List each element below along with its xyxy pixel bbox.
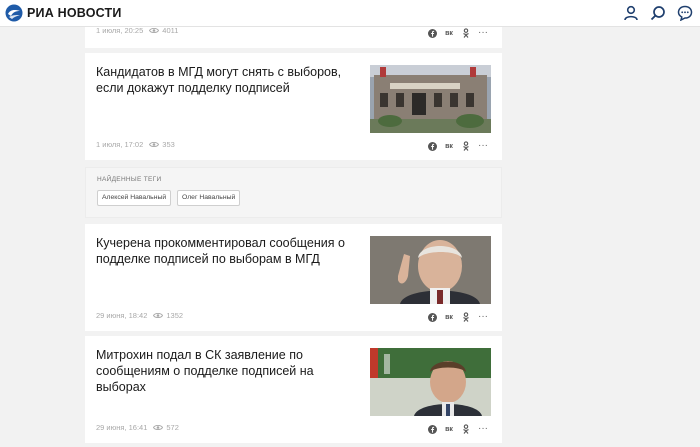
facebook-icon[interactable] xyxy=(427,141,437,151)
eye-icon xyxy=(149,142,160,147)
article-date: 29 июня, 16:41 xyxy=(96,423,148,432)
facebook-icon[interactable] xyxy=(427,424,437,434)
more-icon[interactable]: ··· xyxy=(477,28,489,38)
tags-block: НАЙДЕННЫЕ ТЕГИ Алексей Навальный Олег На… xyxy=(85,167,502,218)
eye-icon xyxy=(149,28,160,33)
vk-icon[interactable]: вк xyxy=(443,28,455,38)
article-image[interactable] xyxy=(370,65,491,133)
chat-icon[interactable] xyxy=(676,4,694,22)
article-image[interactable] xyxy=(370,236,491,304)
ria-logo-icon xyxy=(5,4,23,22)
eye-icon xyxy=(153,425,164,430)
logo-text: РИА НОВОСТИ xyxy=(27,6,122,20)
article-date: 1 июля, 20:25 xyxy=(96,26,144,35)
odnoklassniki-icon[interactable] xyxy=(461,141,471,151)
article-title[interactable]: Митрохин подал в СК заявление по сообщен… xyxy=(96,347,358,395)
search-icon[interactable] xyxy=(649,4,667,22)
share-bar: вк ··· xyxy=(427,28,489,38)
view-count: 353 xyxy=(162,140,175,149)
logo[interactable]: РИА НОВОСТИ xyxy=(5,4,122,22)
tag-aleksey-navalny[interactable]: Алексей Навальный xyxy=(97,190,172,206)
facebook-icon[interactable] xyxy=(427,28,437,38)
vk-icon[interactable]: вк xyxy=(443,312,455,322)
article-date: 29 июня, 18:42 xyxy=(96,311,148,320)
share-bar: вк ··· xyxy=(427,141,489,151)
news-card[interactable]: Митрохин подал в СК заявление по сообщен… xyxy=(85,336,502,443)
tag-oleg-navalny[interactable]: Олег Навальный xyxy=(177,190,241,206)
article-title[interactable]: Кучерена прокомментировал сообщения о по… xyxy=(96,235,358,267)
eye-icon xyxy=(153,313,164,318)
share-bar: вк ··· xyxy=(427,312,489,322)
odnoklassniki-icon[interactable] xyxy=(461,28,471,38)
vk-icon[interactable]: вк xyxy=(443,424,455,434)
share-bar: вк ··· xyxy=(427,424,489,434)
article-title[interactable]: Кандидатов в МГД могут снять с выборов, … xyxy=(96,64,358,96)
article-date: 1 июля, 17:02 xyxy=(96,140,144,149)
vk-icon[interactable]: вк xyxy=(443,141,455,151)
tags-title: НАЙДЕННЫЕ ТЕГИ xyxy=(97,176,162,183)
facebook-icon[interactable] xyxy=(427,312,437,322)
news-card[interactable]: Кандидатов в МГД могут снять с выборов, … xyxy=(85,53,502,160)
more-icon[interactable]: ··· xyxy=(477,141,489,151)
user-icon[interactable] xyxy=(622,4,640,22)
view-count: 572 xyxy=(166,423,179,432)
more-icon[interactable]: ··· xyxy=(477,312,489,322)
more-icon[interactable]: ··· xyxy=(477,424,489,434)
odnoklassniki-icon[interactable] xyxy=(461,312,471,322)
news-card[interactable]: Кучерена прокомментировал сообщения о по… xyxy=(85,224,502,331)
article-image[interactable] xyxy=(370,348,491,416)
view-count: 4011 xyxy=(162,26,179,35)
top-bar: РИА НОВОСТИ xyxy=(0,0,700,27)
odnoklassniki-icon[interactable] xyxy=(461,424,471,434)
view-count: 1352 xyxy=(166,311,184,320)
